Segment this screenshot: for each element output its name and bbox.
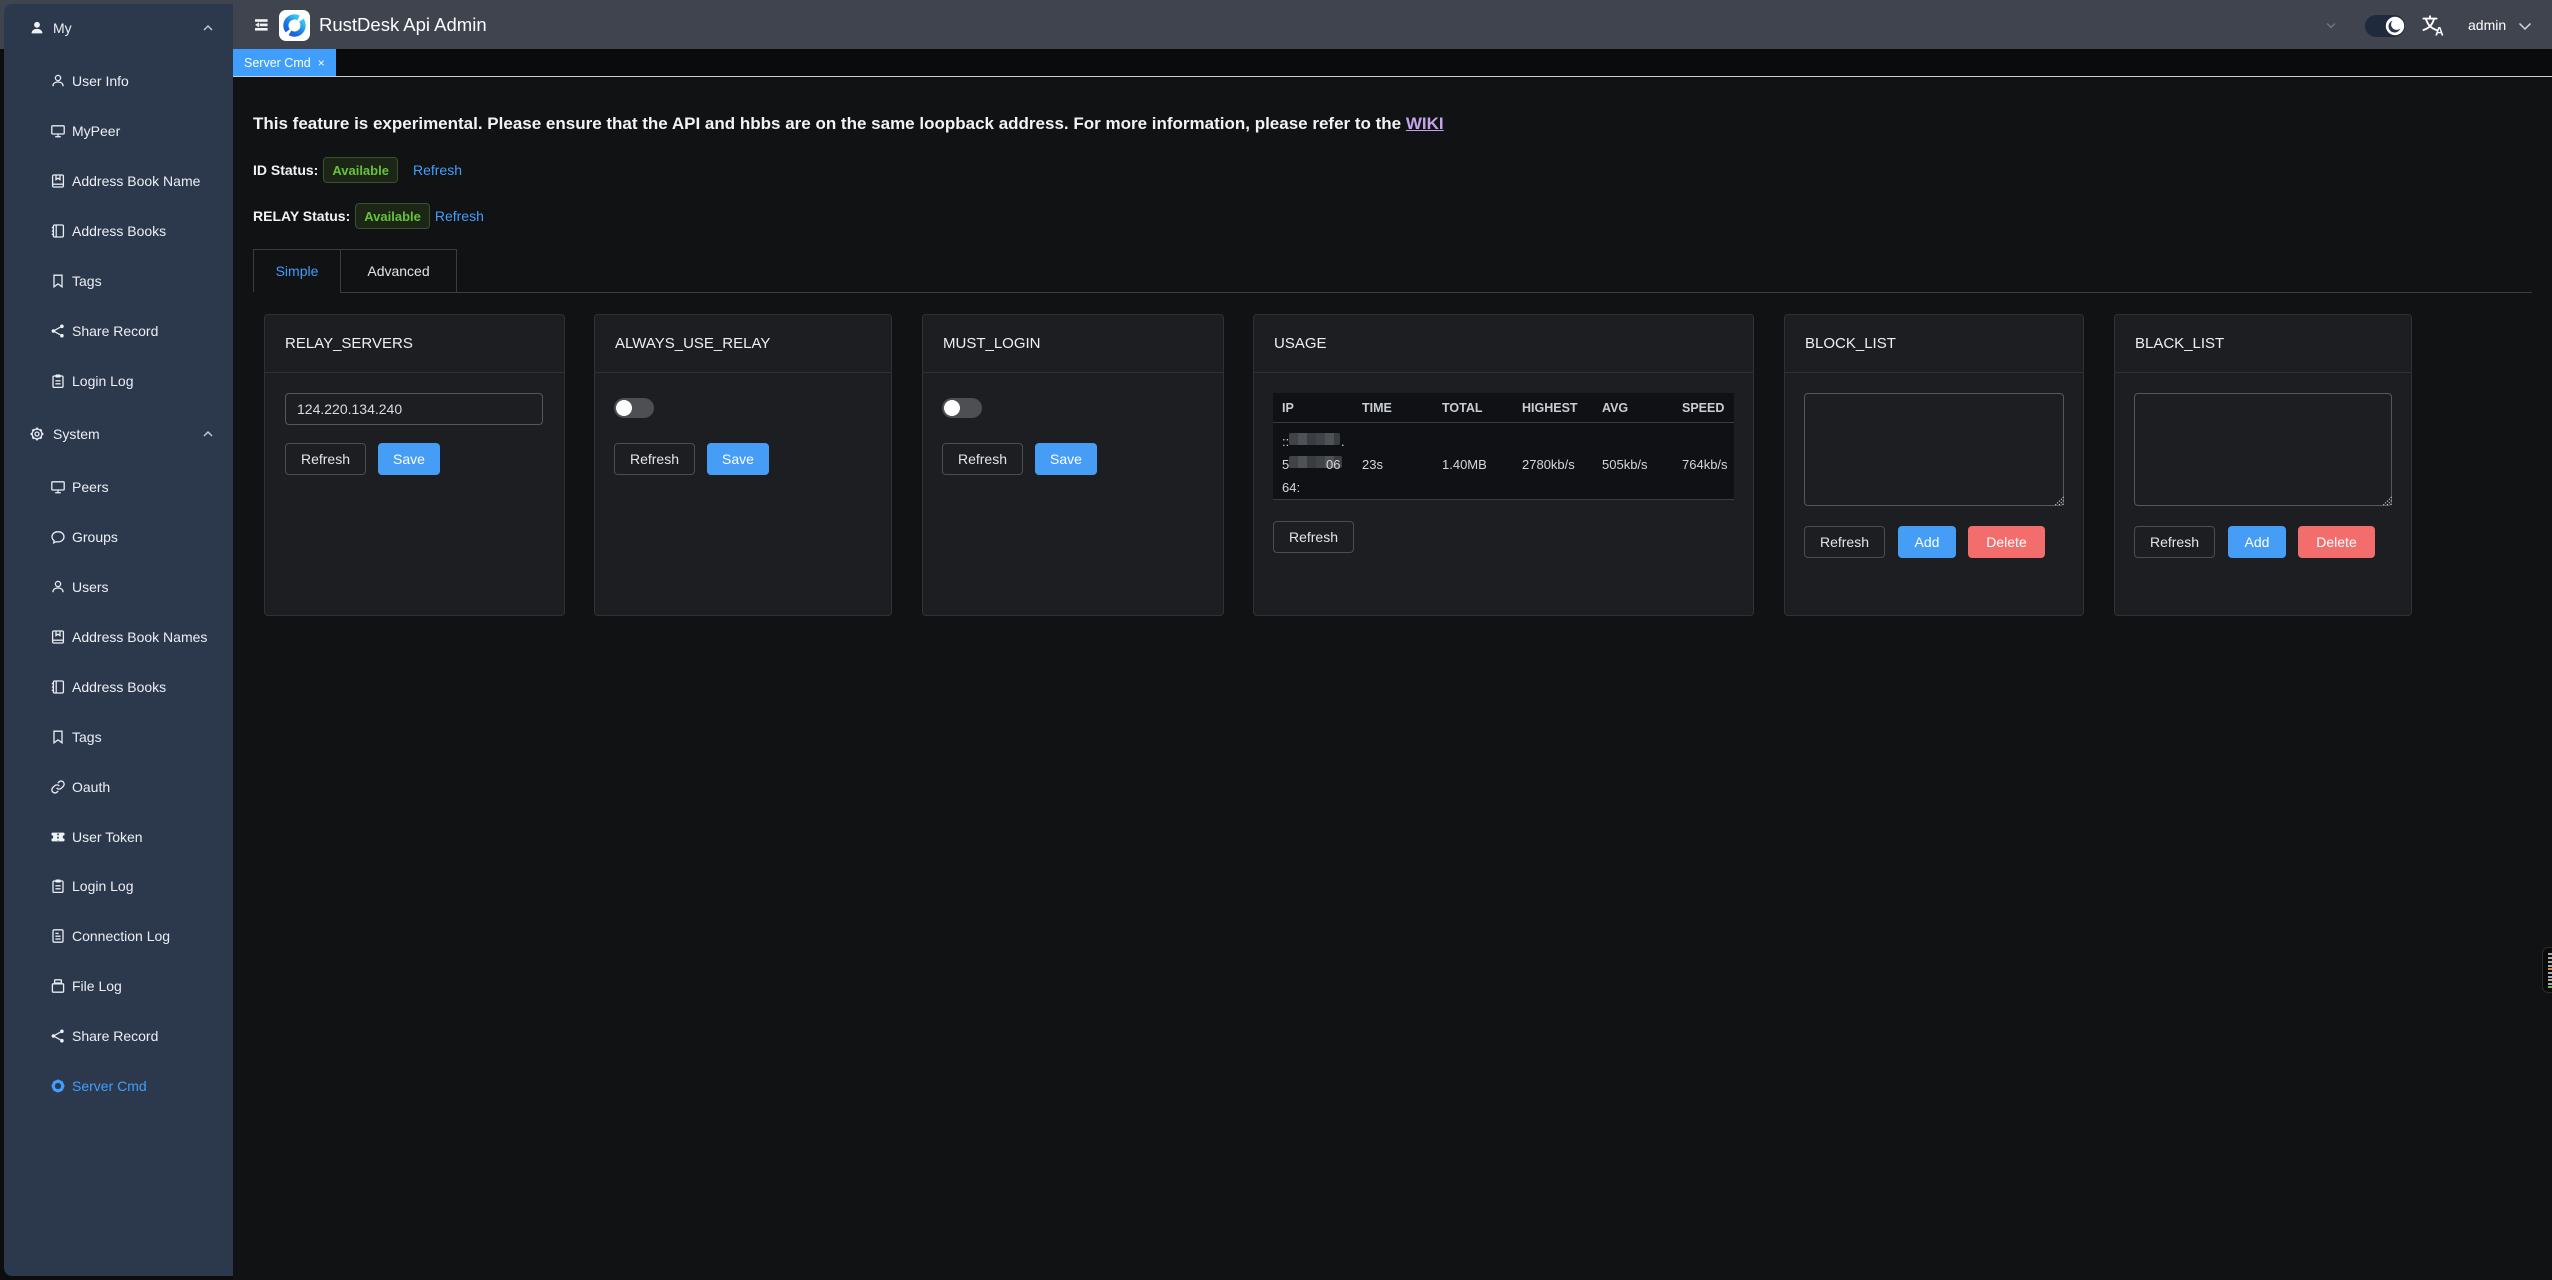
svg-text:A: A — [2435, 25, 2444, 39]
